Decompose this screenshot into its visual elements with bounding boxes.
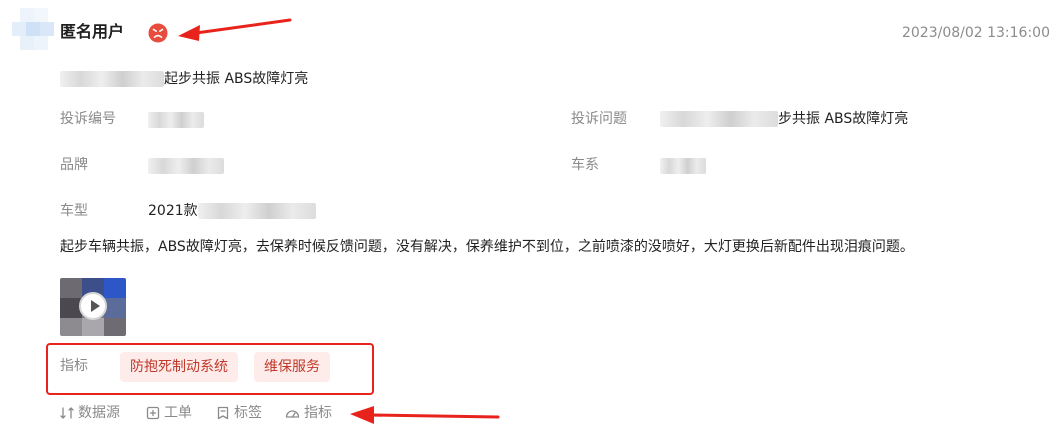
complaint-description: 起步车辆共振，ABS故障灯亮，去保养时候反馈问题，没有解决，保养维护不到位，之前… — [60, 239, 914, 255]
brand-label: 品牌 — [60, 157, 88, 173]
model-value: 2021款 — [148, 201, 316, 221]
workorder-button[interactable]: 工单 — [146, 403, 192, 423]
username: 匿名用户 — [60, 22, 125, 41]
datasource-icon — [60, 407, 74, 419]
redacted-text — [197, 203, 316, 219]
annotation-arrow — [178, 18, 292, 41]
model-label: 车型 — [60, 203, 88, 219]
series-label: 车系 — [571, 157, 599, 173]
complaint-title: 起步共振 ABS故障灯亮 — [60, 69, 308, 89]
annotation-arrow — [350, 406, 500, 424]
complaint-issue-value: 步共振 ABS故障灯亮 — [660, 109, 908, 129]
complaint-number-value — [148, 109, 204, 128]
timestamp: 2023/08/02 13:16:00 — [901, 25, 1050, 41]
redacted-text — [660, 157, 706, 174]
redacted-text — [660, 111, 778, 127]
tags-label: 标签 — [234, 405, 262, 421]
indicator-tag[interactable]: 维保服务 — [254, 352, 330, 382]
redacted-text — [148, 111, 204, 128]
workorder-label: 工单 — [164, 405, 192, 421]
video-thumbnail[interactable] — [60, 278, 126, 336]
gauge-icon — [285, 410, 300, 418]
sad-face-icon — [148, 23, 168, 43]
workorder-icon — [146, 406, 160, 420]
redacted-text — [60, 71, 164, 87]
play-icon[interactable] — [79, 292, 107, 320]
indicator-label: 指标 — [304, 405, 332, 421]
indicators-label: 指标 — [60, 358, 88, 374]
avatar — [12, 8, 56, 50]
redacted-text — [148, 157, 224, 174]
complaint-issue-text: 步共振 ABS故障灯亮 — [778, 111, 909, 127]
model-year-text: 2021款 — [148, 203, 198, 219]
tag-icon — [217, 406, 229, 420]
complaint-number-label: 投诉编号 — [60, 111, 116, 127]
complaint-title-text: 起步共振 ABS故障灯亮 — [164, 71, 309, 87]
brand-value — [148, 155, 224, 174]
datasource-label: 数据源 — [78, 405, 120, 421]
tags-button[interactable]: 标签 — [216, 403, 262, 423]
indicator-button[interactable]: 指标 — [285, 403, 332, 423]
complaint-issue-label: 投诉问题 — [571, 111, 627, 127]
datasource-button[interactable]: 数据源 — [60, 403, 120, 423]
series-value — [660, 155, 706, 174]
indicator-tag[interactable]: 防抱死制动系统 — [120, 352, 238, 382]
